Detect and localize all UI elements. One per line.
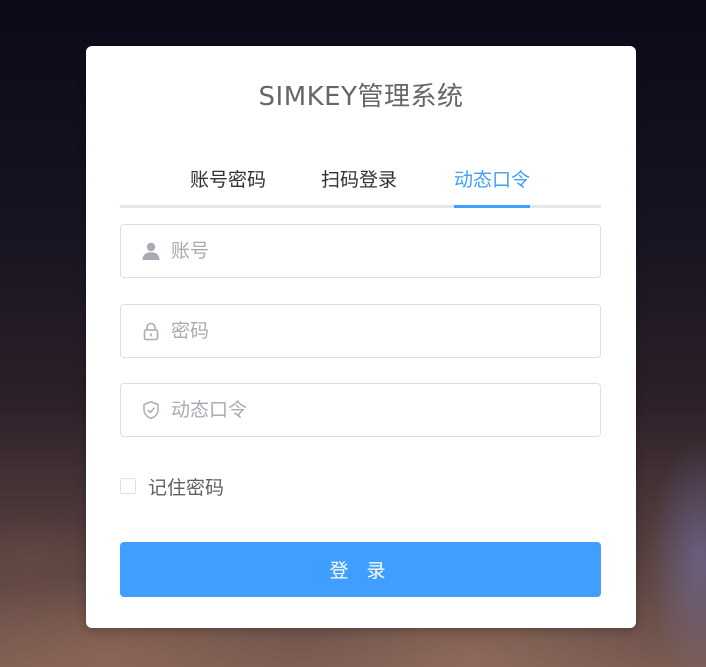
password-field bbox=[120, 304, 601, 358]
otp-field bbox=[120, 383, 601, 437]
tab-qr-login[interactable]: 扫码登录 bbox=[321, 165, 397, 202]
tab-dynamic-token[interactable]: 动态口令 bbox=[454, 165, 531, 208]
remember-label: 记住密码 bbox=[148, 476, 225, 499]
account-field bbox=[120, 224, 601, 278]
remember-checkbox[interactable] bbox=[120, 478, 136, 494]
shield-check-icon bbox=[143, 400, 159, 420]
lock-icon bbox=[143, 322, 159, 341]
app-title: SIMKEY管理系统 bbox=[258, 82, 464, 112]
remember-password[interactable]: 记住密码 bbox=[120, 474, 225, 499]
user-icon bbox=[142, 242, 160, 260]
otp-input[interactable] bbox=[171, 384, 581, 436]
login-tabs: 账号密码 扫码登录 动态口令 bbox=[120, 159, 601, 208]
tab-account-password[interactable]: 账号密码 bbox=[190, 165, 266, 202]
account-input[interactable] bbox=[171, 225, 581, 277]
login-card: SIMKEY管理系统 账号密码 扫码登录 动态口令 记住密码 登 录 bbox=[86, 46, 636, 628]
password-input[interactable] bbox=[171, 305, 581, 357]
login-button[interactable]: 登 录 bbox=[120, 542, 601, 597]
